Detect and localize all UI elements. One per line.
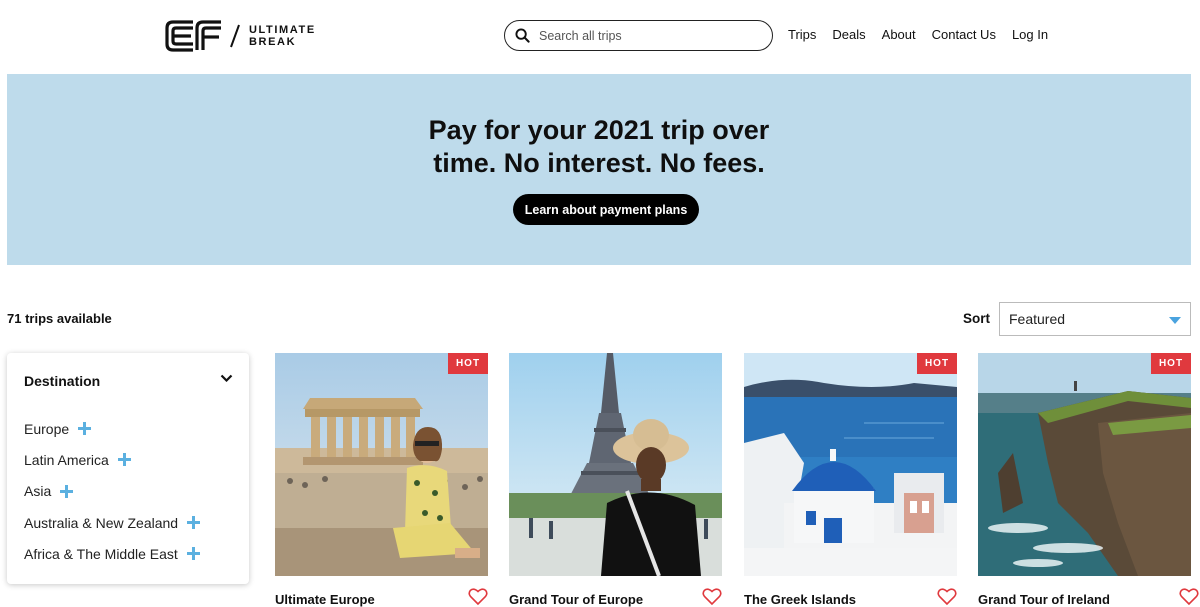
search-input[interactable] xyxy=(539,28,749,43)
filter-item-label: Europe xyxy=(24,420,70,437)
trip-title[interactable]: Grand Tour of Europe xyxy=(509,592,643,607)
plus-icon[interactable] xyxy=(60,484,74,498)
plus-icon[interactable] xyxy=(78,422,92,436)
filter-item-label: Australia & New Zealand xyxy=(24,514,179,531)
caret-down-icon xyxy=(1169,317,1181,324)
trip-card-grand-tour-of-europe[interactable]: Grand Tour of Europe xyxy=(509,353,722,607)
heart-icon[interactable] xyxy=(702,587,722,606)
nav-deals[interactable]: Deals xyxy=(832,27,865,42)
banner-headline-line-1: Pay for your 2021 trip over xyxy=(428,115,770,145)
trip-photo-parthenon[interactable]: HOT xyxy=(275,353,488,576)
filter-item-label: Latin America xyxy=(24,451,109,468)
heart-icon[interactable] xyxy=(1179,587,1199,606)
heart-icon[interactable] xyxy=(937,587,957,606)
filter-item-africa-middle-east[interactable]: Africa & The Middle East xyxy=(24,538,200,569)
search-icon xyxy=(515,28,530,43)
plus-icon[interactable] xyxy=(187,516,201,530)
trip-photo-eiffel-tower[interactable] xyxy=(509,353,722,576)
promo-banner: Pay for your 2021 trip over time. No int… xyxy=(7,74,1191,265)
trip-photo-cliffs-of-moher[interactable]: HOT xyxy=(978,353,1191,576)
trip-card-the-greek-islands[interactable]: HOT The Greek Islands xyxy=(744,353,957,607)
site-header: ULTIMATE BREAK Trips Deals About Contact… xyxy=(0,0,1200,74)
main-nav: Trips Deals About Contact Us Log In xyxy=(788,27,1064,42)
sort-label: Sort xyxy=(963,311,990,326)
logo-word-break: BREAK xyxy=(249,36,297,48)
filter-item-europe[interactable]: Europe xyxy=(24,413,200,444)
sort-dropdown[interactable]: Featured xyxy=(999,302,1191,336)
trip-card-ultimate-europe[interactable]: HOT Ultimate Europe xyxy=(275,353,488,607)
ef-logo-icon xyxy=(165,20,221,52)
trip-title[interactable]: Ultimate Europe xyxy=(275,592,375,607)
destination-list: Europe Latin America Asia Australia & Ne… xyxy=(24,413,201,569)
nav-about[interactable]: About xyxy=(882,27,916,42)
destination-filter: Destination Europe Latin America Asia Au… xyxy=(7,353,249,584)
search-bar[interactable] xyxy=(504,20,773,51)
logo-wordmark: ULTIMATE BREAK xyxy=(249,24,316,48)
chevron-down-icon[interactable] xyxy=(220,374,233,383)
sort-selected-value: Featured xyxy=(1009,311,1066,327)
trip-title[interactable]: Grand Tour of Ireland xyxy=(978,592,1110,607)
plus-icon[interactable] xyxy=(117,453,131,467)
plus-icon[interactable] xyxy=(186,547,200,561)
filter-item-australia-new-zealand[interactable]: Australia & New Zealand xyxy=(24,507,201,538)
trip-title[interactable]: The Greek Islands xyxy=(744,592,856,607)
payment-plans-button[interactable]: Learn about payment plans xyxy=(513,194,699,225)
logo-slash-icon xyxy=(230,24,240,48)
filter-item-label: Asia xyxy=(24,483,52,500)
nav-trips[interactable]: Trips xyxy=(788,27,816,42)
hot-badge: HOT xyxy=(448,353,488,374)
filter-item-latin-america[interactable]: Latin America xyxy=(24,444,200,475)
logo-word-ultimate: ULTIMATE xyxy=(249,24,316,36)
banner-headline-line-2: time. No interest. No fees. xyxy=(433,148,765,178)
hot-badge: HOT xyxy=(917,353,957,374)
ef-ultimate-break-logo[interactable]: ULTIMATE BREAK xyxy=(163,17,316,55)
filter-title: Destination xyxy=(24,373,101,389)
trip-count: 71 trips available xyxy=(7,311,112,326)
heart-icon[interactable] xyxy=(468,587,488,606)
filter-item-label: Africa & The Middle East xyxy=(24,545,178,562)
trip-card-grand-tour-of-ireland[interactable]: HOT Grand Tour of Ireland xyxy=(978,353,1199,607)
hot-badge: HOT xyxy=(1151,353,1191,374)
nav-log-in[interactable]: Log In xyxy=(1012,27,1048,42)
banner-headline: Pay for your 2021 trip over time. No int… xyxy=(7,114,1191,180)
trip-photo-santorini[interactable]: HOT xyxy=(744,353,957,576)
filter-item-asia[interactable]: Asia xyxy=(24,476,200,507)
nav-contact-us[interactable]: Contact Us xyxy=(932,27,996,42)
